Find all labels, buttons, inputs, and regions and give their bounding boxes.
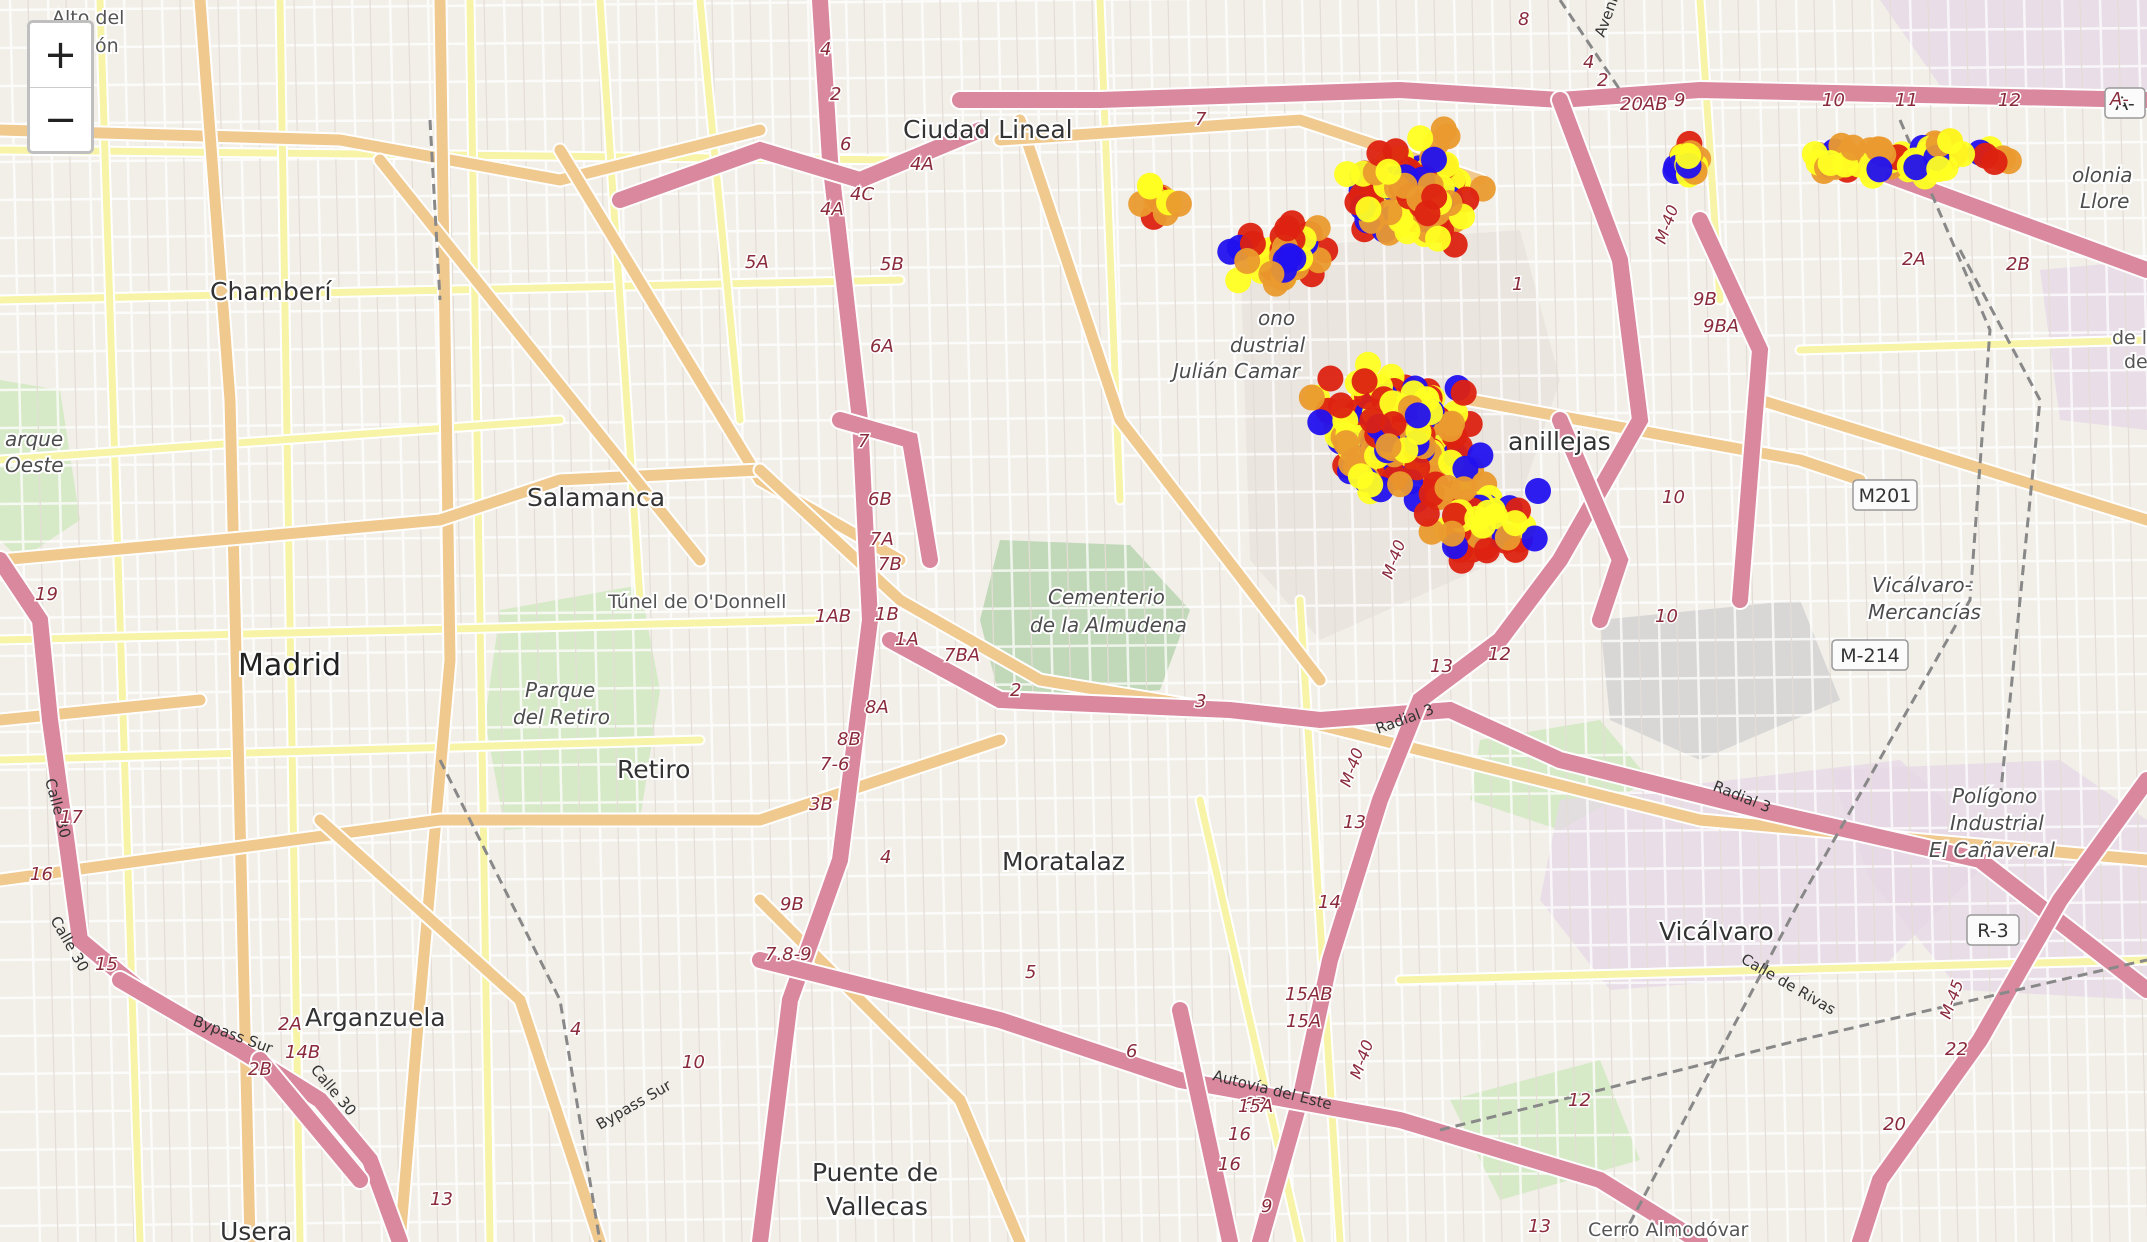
marker-red[interactable] xyxy=(1317,365,1344,392)
marker-red[interactable] xyxy=(1359,407,1386,434)
marker-yellow[interactable] xyxy=(1469,512,1496,539)
marker-orange[interactable] xyxy=(1375,433,1402,460)
marker-yellow[interactable] xyxy=(1375,158,1402,185)
marker-yellow[interactable] xyxy=(1926,156,1953,182)
marker-blue[interactable] xyxy=(1404,402,1431,429)
marker-orange[interactable] xyxy=(1258,261,1285,287)
marker-orange[interactable] xyxy=(1437,416,1463,442)
marker-yellow[interactable] xyxy=(1357,471,1384,498)
marker-orange[interactable] xyxy=(1387,471,1414,498)
marker-red[interactable] xyxy=(1421,183,1448,210)
marker-orange[interactable] xyxy=(1439,520,1466,547)
marker-yellow[interactable] xyxy=(1137,173,1164,200)
marker-red[interactable] xyxy=(1351,368,1378,395)
marker-layer xyxy=(1128,116,2022,574)
marker-red[interactable] xyxy=(1450,379,1477,406)
marker-red[interactable] xyxy=(1274,215,1301,242)
marker-blue[interactable] xyxy=(1525,478,1551,504)
zoom-out-button[interactable]: − xyxy=(30,87,91,151)
marker-yellow[interactable] xyxy=(1502,510,1529,537)
marker-yellow[interactable] xyxy=(1425,225,1451,252)
marker-orange[interactable] xyxy=(1434,474,1461,501)
marker-blue[interactable] xyxy=(1467,442,1494,469)
marker-blue[interactable] xyxy=(1421,146,1447,173)
marker-orange[interactable] xyxy=(1333,430,1360,457)
marker-orange[interactable] xyxy=(1234,248,1261,274)
marker-blue[interactable] xyxy=(1903,154,1930,181)
marker-yellow[interactable] xyxy=(1394,218,1421,245)
marker-red[interactable] xyxy=(1972,142,1999,169)
marker-orange[interactable] xyxy=(1840,134,1866,161)
zoom-in-button[interactable]: + xyxy=(30,23,91,87)
marker-blue[interactable] xyxy=(1307,409,1334,436)
marker-yellow[interactable] xyxy=(1937,128,1964,155)
marker-orange[interactable] xyxy=(1434,123,1461,150)
marker-orange[interactable] xyxy=(1298,384,1325,411)
zoom-control: + − xyxy=(27,20,94,154)
marker-yellow[interactable] xyxy=(1407,125,1434,152)
map-canvas[interactable]: Madrid Ciudad Lineal Chamberí Salamanca Reti… xyxy=(0,0,2147,1242)
marker-red[interactable] xyxy=(1413,500,1440,527)
marker-orange[interactable] xyxy=(1165,190,1192,217)
marker-red[interactable] xyxy=(1327,392,1354,419)
marker-yellow[interactable] xyxy=(1355,196,1382,223)
marker-yellow[interactable] xyxy=(1675,143,1702,169)
marker-blue[interactable] xyxy=(1866,156,1893,183)
